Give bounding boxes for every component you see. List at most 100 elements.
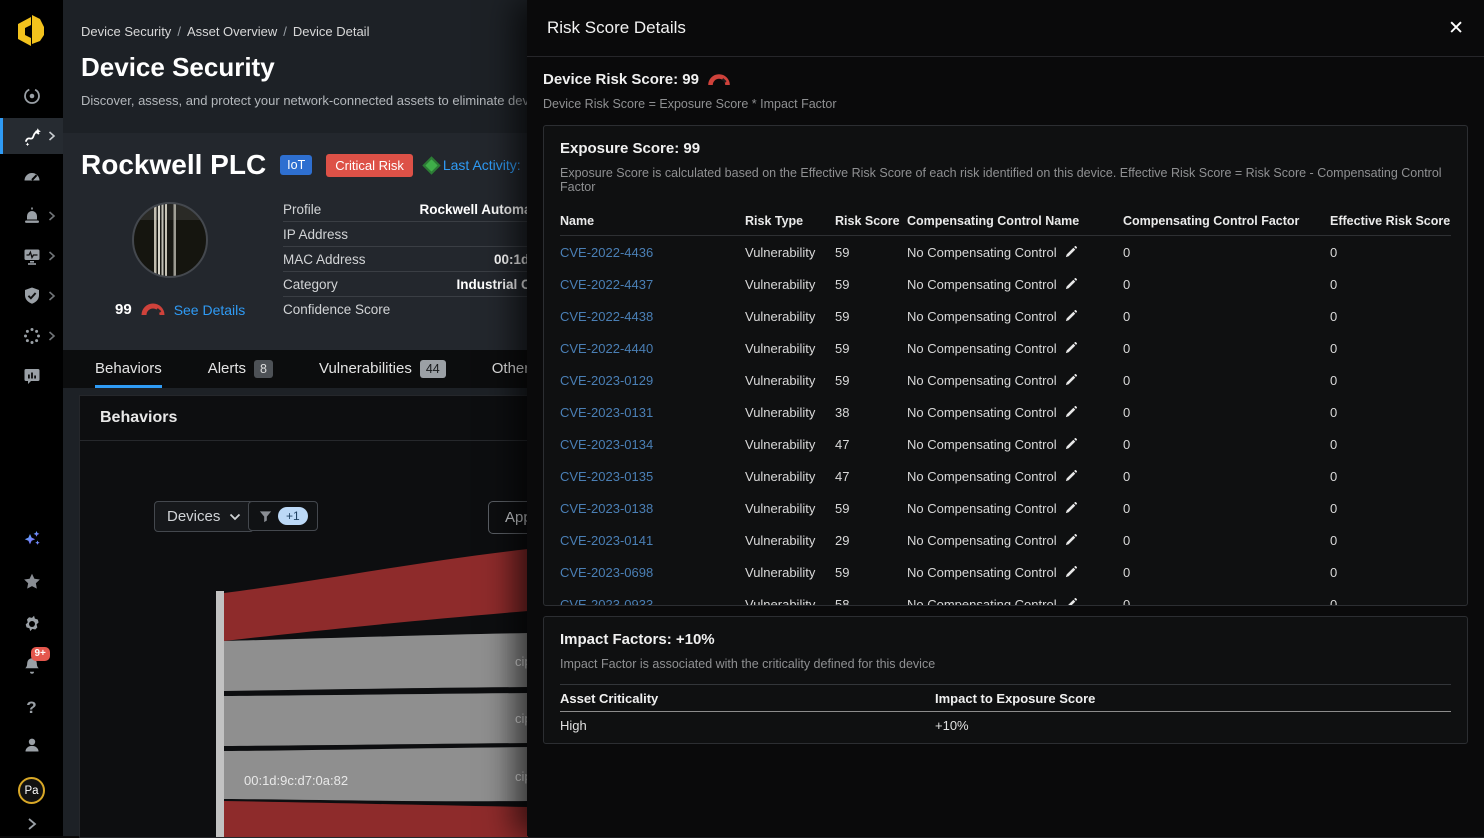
cve-link[interactable]: CVE-2022-4438 xyxy=(560,309,745,324)
control-factor-cell: 0 xyxy=(1123,565,1330,580)
close-icon[interactable]: ✕ xyxy=(1448,19,1464,38)
edit-pencil-icon[interactable] xyxy=(1065,406,1077,418)
table-row: CVE-2023-0138 Vulnerability 59 No Compen… xyxy=(560,492,1451,524)
risk-level-badge: Critical Risk xyxy=(326,154,413,177)
devices-dropdown[interactable]: Devices xyxy=(154,501,254,532)
sidebar-item-notifications[interactable]: 9+ xyxy=(22,656,42,681)
edit-pencil-icon[interactable] xyxy=(1065,534,1077,546)
sankey-source-node[interactable] xyxy=(216,591,224,837)
control-factor-cell: 0 xyxy=(1123,437,1330,452)
edit-pencil-icon[interactable] xyxy=(1065,598,1077,606)
impact-factors-description: Impact Factor is associated with the cri… xyxy=(560,657,1451,671)
alarm-icon xyxy=(22,206,42,226)
risk-score-cell: 59 xyxy=(835,341,907,356)
breadcrumb-separator: / xyxy=(177,24,181,39)
control-name-cell: No Compensating Control xyxy=(907,341,1057,356)
sidebar-item-processes[interactable] xyxy=(0,318,63,354)
sidebar-expand-button[interactable] xyxy=(27,817,37,836)
risk-score-cell: 47 xyxy=(835,469,907,484)
device-security-icon xyxy=(23,126,43,146)
sidebar-item-device-security[interactable] xyxy=(0,118,63,154)
status-diamond-icon xyxy=(425,159,438,172)
cve-link[interactable]: CVE-2023-0134 xyxy=(560,437,745,452)
cve-link[interactable]: CVE-2023-0933 xyxy=(560,597,745,607)
table-row: CVE-2022-4438 Vulnerability 59 No Compen… xyxy=(560,300,1451,332)
cve-link[interactable]: CVE-2023-0131 xyxy=(560,405,745,420)
exposure-table-header: Name Risk Type Risk Score Compensating C… xyxy=(560,206,1451,236)
sidebar-item-help[interactable]: ? xyxy=(26,698,36,718)
sidebar-item-compliance[interactable] xyxy=(0,278,63,314)
device-image xyxy=(132,202,208,278)
brand-logo-icon[interactable] xyxy=(10,8,54,54)
cve-link[interactable]: CVE-2022-4440 xyxy=(560,341,745,356)
process-dots-icon xyxy=(22,326,42,346)
shield-check-icon xyxy=(22,286,42,306)
cve-link[interactable]: CVE-2023-0698 xyxy=(560,565,745,580)
star-icon xyxy=(22,572,42,592)
sidebar-item-favorites[interactable] xyxy=(22,572,42,597)
cve-link[interactable]: CVE-2023-0141 xyxy=(560,533,745,548)
table-row: CVE-2023-0933 Vulnerability 58 No Compen… xyxy=(560,588,1451,606)
control-name-cell: No Compensating Control xyxy=(907,597,1057,607)
control-name-cell: No Compensating Control xyxy=(907,245,1057,260)
field-label: Confidence Score xyxy=(283,302,390,317)
exposure-score-card: Exposure Score: 99 Exposure Score is cal… xyxy=(543,125,1468,606)
sidebar-item-monitoring[interactable] xyxy=(0,238,63,274)
edit-pencil-icon[interactable] xyxy=(1065,246,1077,258)
panel-body: Device Risk Score: 99 Device Risk Score … xyxy=(527,57,1484,758)
device-name: Rockwell PLC xyxy=(81,149,266,181)
sidebar-item-settings[interactable] xyxy=(22,614,42,639)
filter-chip[interactable]: +1 xyxy=(248,501,318,531)
control-name-cell: No Compensating Control xyxy=(907,277,1057,292)
breadcrumb-item: Device Detail xyxy=(293,24,370,39)
tab-count-badge: 44 xyxy=(420,360,446,378)
tab-count-badge: 8 xyxy=(254,360,273,378)
risk-score-cell: 59 xyxy=(835,245,907,260)
edit-pencil-icon[interactable] xyxy=(1065,310,1077,322)
tab-alerts[interactable]: Alerts 8 xyxy=(208,350,273,388)
tab-behaviors[interactable]: Behaviors xyxy=(95,350,162,388)
effective-score-cell: 0 xyxy=(1330,437,1451,452)
control-factor-cell: 0 xyxy=(1123,245,1330,260)
breadcrumb-item[interactable]: Asset Overview xyxy=(187,24,277,39)
cve-link[interactable]: CVE-2022-4436 xyxy=(560,245,745,260)
edit-pencil-icon[interactable] xyxy=(1065,502,1077,514)
table-row: CVE-2023-0141 Vulnerability 29 No Compen… xyxy=(560,524,1451,556)
radar-icon xyxy=(22,86,42,106)
cve-link[interactable]: CVE-2022-4437 xyxy=(560,277,745,292)
column-header: Asset Criticality xyxy=(560,691,935,706)
sidebar-item-radar[interactable] xyxy=(0,78,63,114)
cve-link[interactable]: CVE-2023-0129 xyxy=(560,373,745,388)
impact-factors-card: Impact Factors: +10% Impact Factor is as… xyxy=(543,616,1468,744)
sidebar-item-alerts[interactable] xyxy=(0,198,63,234)
risk-gauge-icon xyxy=(141,303,165,316)
edit-pencil-icon[interactable] xyxy=(1065,566,1077,578)
user-icon xyxy=(22,735,42,755)
edit-pencil-icon[interactable] xyxy=(1065,374,1077,386)
table-row: CVE-2023-0134 Vulnerability 47 No Compen… xyxy=(560,428,1451,460)
effective-score-cell: 0 xyxy=(1330,469,1451,484)
see-details-link[interactable]: See Details xyxy=(174,302,246,318)
sankey-source-label: 00:1d:9c:d7:0a:82 xyxy=(244,773,348,788)
column-header: Effective Risk Score xyxy=(1330,214,1451,228)
risk-score-details-panel: Risk Score Details ✕ Device Risk Score: … xyxy=(527,0,1484,836)
edit-pencil-icon[interactable] xyxy=(1065,470,1077,482)
sidebar-item-dashboard[interactable] xyxy=(0,158,63,194)
edit-pencil-icon[interactable] xyxy=(1065,438,1077,450)
sidebar-item-reports[interactable] xyxy=(0,358,63,394)
edit-pencil-icon[interactable] xyxy=(1065,278,1077,290)
tab-vulnerabilities[interactable]: Vulnerabilities 44 xyxy=(319,350,446,388)
behaviors-sankey-chart[interactable]: 00:1d:9c:d7:0a:82 cip cip- cip- xyxy=(80,536,550,837)
sidebar-item-ai-assistant[interactable] xyxy=(21,528,43,555)
avatar[interactable]: Pa xyxy=(18,777,45,804)
table-row: CVE-2022-4437 Vulnerability 59 No Compen… xyxy=(560,268,1451,300)
edit-pencil-icon[interactable] xyxy=(1065,342,1077,354)
breadcrumb-item[interactable]: Device Security xyxy=(81,24,171,39)
effective-score-cell: 0 xyxy=(1330,565,1451,580)
cve-link[interactable]: CVE-2023-0138 xyxy=(560,501,745,516)
devices-dropdown-label: Devices xyxy=(167,508,220,525)
cve-link[interactable]: CVE-2023-0135 xyxy=(560,469,745,484)
sidebar-item-user[interactable] xyxy=(22,735,42,760)
risk-type-cell: Vulnerability xyxy=(745,309,835,324)
ai-sparkles-icon xyxy=(21,528,43,550)
